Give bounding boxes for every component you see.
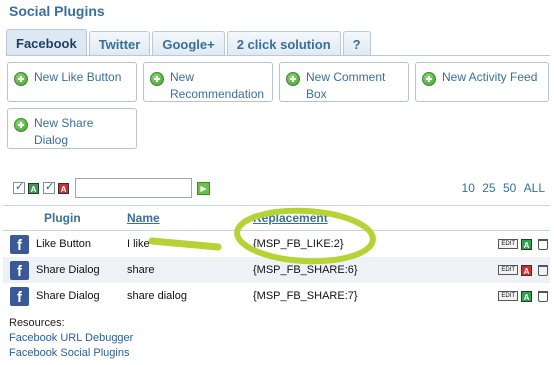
column-replacement[interactable]: Replacement bbox=[253, 211, 490, 225]
edit-button[interactable]: EDIT bbox=[498, 239, 518, 249]
status-toggle[interactable]: A bbox=[521, 238, 532, 250]
button-label: New Share Dialog bbox=[34, 116, 94, 147]
table-row: f Like Button I like {MSP_FB_LIKE:2} EDI… bbox=[3, 231, 550, 257]
tab-help[interactable]: ? bbox=[342, 31, 371, 56]
status-toggle[interactable]: A bbox=[521, 290, 532, 302]
add-icon bbox=[14, 72, 28, 86]
row-name: I like bbox=[127, 238, 150, 250]
tab-bar: Facebook Twitter Google+ 2 click solutio… bbox=[6, 29, 373, 56]
tab-google-plus[interactable]: Google+ bbox=[152, 31, 225, 56]
tab-2-click-solution[interactable]: 2 click solution bbox=[226, 31, 341, 56]
active-status-icon: A bbox=[28, 182, 39, 194]
table-row: f Share Dialog share {MSP_FB_SHARE:6} ED… bbox=[3, 257, 550, 283]
search-input[interactable] bbox=[75, 178, 192, 198]
column-plugin: Plugin bbox=[44, 211, 81, 225]
row-name: share dialog bbox=[127, 290, 187, 302]
row-replacement: {MSP_FB_SHARE:6} bbox=[253, 264, 358, 276]
facebook-icon: f bbox=[10, 234, 29, 254]
new-like-button[interactable]: New Like Button bbox=[7, 62, 137, 102]
button-label: New Comment Box bbox=[306, 70, 386, 101]
plugins-table: Plugin Name Replacement f Like Button I … bbox=[3, 205, 550, 309]
status-toggle[interactable]: A bbox=[521, 264, 532, 276]
row-replacement: {MSP_FB_LIKE:2} bbox=[253, 238, 344, 250]
trash-icon[interactable] bbox=[538, 264, 548, 276]
facebook-url-debugger-link[interactable]: Facebook URL Debugger bbox=[9, 331, 133, 346]
row-name: share bbox=[127, 264, 155, 276]
page-title: Social Plugins bbox=[9, 3, 105, 19]
button-label: New Activity Feed bbox=[442, 70, 538, 84]
new-comment-box-button[interactable]: New Comment Box bbox=[279, 62, 409, 102]
trash-icon[interactable] bbox=[538, 238, 548, 250]
button-panel: New Like Button New Recommendation New C… bbox=[6, 56, 550, 156]
button-label: New Recommendation bbox=[170, 70, 265, 101]
page-size-50[interactable]: 50 bbox=[503, 181, 516, 195]
inactive-status-icon: A bbox=[58, 182, 69, 194]
add-icon bbox=[422, 72, 436, 86]
edit-button[interactable]: EDIT bbox=[498, 265, 518, 275]
row-plugin: Like Button bbox=[36, 238, 92, 250]
table-header: Plugin Name Replacement bbox=[3, 205, 550, 231]
active-filter-checkbox[interactable] bbox=[13, 180, 25, 194]
trash-icon[interactable] bbox=[538, 290, 548, 302]
add-icon bbox=[150, 72, 164, 86]
filter-bar: A A ▶ bbox=[13, 178, 210, 198]
tab-twitter[interactable]: Twitter bbox=[88, 31, 151, 56]
row-plugin: Share Dialog bbox=[36, 264, 100, 276]
search-go-icon[interactable]: ▶ bbox=[197, 181, 210, 195]
add-icon bbox=[14, 118, 28, 132]
new-recommendation-button[interactable]: New Recommendation bbox=[143, 62, 273, 102]
new-share-dialog-button[interactable]: New Share Dialog bbox=[7, 108, 137, 149]
resources-section: Resources: Facebook URL Debugger Faceboo… bbox=[9, 316, 133, 361]
tab-facebook[interactable]: Facebook bbox=[6, 29, 87, 56]
facebook-icon: f bbox=[10, 260, 29, 280]
resources-label: Resources: bbox=[9, 317, 65, 329]
page-size-25[interactable]: 25 bbox=[482, 181, 495, 195]
row-plugin: Share Dialog bbox=[36, 290, 100, 302]
page-size-all[interactable]: ALL bbox=[524, 181, 545, 195]
new-activity-feed-button[interactable]: New Activity Feed bbox=[415, 62, 549, 102]
facebook-icon: f bbox=[10, 286, 29, 306]
add-icon bbox=[286, 72, 300, 86]
column-name[interactable]: Name bbox=[127, 211, 253, 225]
table-row: f Share Dialog share dialog {MSP_FB_SHAR… bbox=[3, 283, 550, 309]
page-size-10[interactable]: 10 bbox=[462, 181, 475, 195]
edit-button[interactable]: EDIT bbox=[498, 291, 518, 301]
row-replacement: {MSP_FB_SHARE:7} bbox=[253, 290, 358, 302]
facebook-social-plugins-link[interactable]: Facebook Social Plugins bbox=[9, 346, 133, 361]
inactive-filter-checkbox[interactable] bbox=[43, 180, 55, 194]
page-size-selector: 10 25 50 ALL bbox=[458, 181, 545, 195]
button-label: New Like Button bbox=[34, 70, 122, 84]
